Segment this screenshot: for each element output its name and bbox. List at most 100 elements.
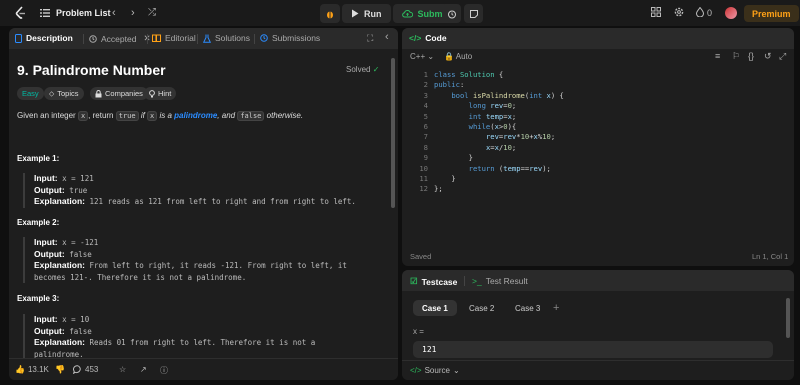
palindrome-link[interactable]: palindrome	[174, 111, 217, 120]
cursor-position: Ln 1, Col 1	[752, 252, 789, 261]
tab-description[interactable]: Description	[15, 33, 73, 43]
debug-button[interactable]	[320, 4, 340, 23]
inline-code: x	[147, 111, 158, 121]
tab-test-result[interactable]: >_ Test Result	[472, 276, 528, 286]
code-tab[interactable]: </> Code	[409, 33, 447, 43]
book-icon	[152, 34, 161, 42]
note-icon	[469, 9, 478, 18]
explanation-label: Explanation:	[34, 196, 86, 206]
fire-streak-icon[interactable]	[696, 7, 704, 17]
maximize-icon[interactable]: ⛶	[367, 33, 373, 44]
desc-text: is a	[157, 111, 175, 120]
code-line[interactable]: int temp=x;	[434, 112, 564, 122]
case-tab-3[interactable]: Case 3	[506, 300, 549, 316]
code-line[interactable]: long rev=0;	[434, 101, 564, 111]
output-label: Output:	[34, 184, 65, 195]
notes-button[interactable]	[464, 4, 483, 23]
input-label: Input:	[34, 237, 58, 247]
code-line[interactable]: rev=rev*10+x%10;	[434, 132, 564, 142]
tab-accepted-label: Accepted	[101, 33, 137, 44]
code-line[interactable]: while(x>0){	[434, 122, 564, 132]
desc-text: if	[138, 111, 148, 120]
collapse-panel-icon[interactable]: ‹	[385, 31, 389, 43]
tab-solutions-label: Solutions	[215, 33, 250, 43]
example-explanation: 121 reads as 121 from left to right and …	[89, 197, 356, 206]
code-line[interactable]: };	[434, 184, 564, 194]
input-label: Input:	[34, 173, 58, 183]
companies-chip[interactable]: Companies	[90, 87, 148, 100]
braces-icon[interactable]: {}	[748, 51, 754, 61]
testcase-scrollbar[interactable]	[786, 298, 790, 338]
line-number: 11	[419, 174, 428, 184]
variable-input[interactable]: 121	[413, 341, 773, 358]
input-label: Input:	[34, 314, 58, 324]
bookmark-icon[interactable]: ⚐	[732, 51, 740, 62]
example-output: false	[69, 249, 92, 259]
fullscreen-icon[interactable]: ⤢	[779, 51, 786, 62]
solved-status: Solved ✓	[346, 65, 379, 74]
code-line[interactable]: public:	[434, 80, 564, 90]
topics-chip[interactable]: ⬦ Topics	[44, 87, 84, 100]
comments-button[interactable]: 453	[73, 365, 98, 374]
description-footer: 👍 13.1K 👎 453 ☆ ↗ ⓘ	[9, 358, 398, 380]
description-scrollbar[interactable]	[391, 58, 395, 208]
reset-icon[interactable]: ↺	[764, 51, 772, 62]
case-tab-2[interactable]: Case 2	[460, 300, 503, 316]
example-explanation-cont: becomes 121-. Therefore it is not a pali…	[34, 272, 247, 282]
like-button[interactable]: 👍 13.1K	[15, 365, 49, 374]
problem-title[interactable]: 9. Palindrome Number	[17, 62, 166, 78]
comment-icon	[73, 365, 81, 374]
tab-editorial[interactable]: Editorial	[152, 33, 196, 43]
run-submit-group: Run Submit	[320, 4, 457, 23]
tag-icon: ⬦	[49, 88, 55, 98]
code-line[interactable]: }	[434, 153, 564, 163]
leetcode-logo-icon[interactable]	[15, 6, 27, 20]
run-button[interactable]: Run	[342, 4, 391, 23]
streak-count: 0	[707, 8, 713, 18]
code-editor[interactable]: class Solution {public: bool isPalindrom…	[434, 70, 564, 195]
code-line[interactable]: return (temp==rev);	[434, 164, 564, 174]
tab-solutions[interactable]: Solutions	[203, 33, 250, 43]
next-problem-icon[interactable]: ›	[131, 7, 135, 19]
description-tabs: Description Accepted ✕ Editorial Solutio…	[9, 28, 398, 49]
chevron-down-icon: ⌄	[427, 52, 435, 61]
add-case-icon[interactable]: +	[553, 302, 559, 314]
chevron-down-icon: ⌄	[452, 366, 460, 375]
favorite-button[interactable]: ☆	[119, 365, 126, 374]
language-select[interactable]: C++ ⌄	[410, 52, 434, 61]
problem-list-icon[interactable]	[40, 8, 50, 18]
inline-code: false	[237, 111, 265, 121]
layout-grid-icon[interactable]	[651, 7, 661, 17]
timer-button[interactable]	[442, 4, 461, 23]
example-input: x = -121	[62, 238, 99, 247]
terminal-icon: >_	[472, 276, 482, 286]
problem-list-link[interactable]: Problem List	[56, 8, 111, 18]
example-title: Example 2:	[17, 218, 60, 227]
code-line[interactable]: }	[434, 174, 564, 184]
source-button[interactable]: </> Source ⌄	[410, 366, 460, 375]
description-panel: Description Accepted ✕ Editorial Solutio…	[9, 28, 398, 380]
inline-code: true	[115, 111, 139, 121]
premium-button[interactable]: Premium	[744, 5, 799, 22]
tab-accepted[interactable]: Accepted ✕	[89, 33, 151, 44]
code-line[interactable]: class Solution {	[434, 70, 564, 80]
user-avatar[interactable]	[725, 7, 737, 19]
autocomplete-mode[interactable]: 🔒 Auto	[444, 52, 472, 61]
settings-gear-icon[interactable]	[674, 7, 684, 17]
shuffle-icon[interactable]: ⤮	[148, 7, 156, 18]
format-icon[interactable]: ≡	[715, 51, 720, 61]
desc-text: , return	[88, 111, 116, 120]
hint-chip[interactable]: Hint	[144, 87, 177, 100]
code-line[interactable]: bool isPalindrome(int x) {	[434, 91, 564, 101]
prev-problem-icon[interactable]: ‹	[112, 7, 116, 19]
desc-text: otherwise.	[264, 111, 304, 120]
tab-testcase[interactable]: ☑ Testcase	[410, 276, 457, 287]
case-tab-1[interactable]: Case 1	[413, 300, 457, 316]
help-button[interactable]: ⓘ	[160, 365, 168, 376]
dislike-button[interactable]: 👎	[55, 365, 65, 374]
play-icon	[352, 9, 359, 18]
tab-editorial-label: Editorial	[165, 33, 196, 43]
share-button[interactable]: ↗	[140, 365, 147, 374]
tab-submissions[interactable]: Submissions	[260, 33, 320, 43]
code-line[interactable]: x=x/10;	[434, 143, 564, 153]
